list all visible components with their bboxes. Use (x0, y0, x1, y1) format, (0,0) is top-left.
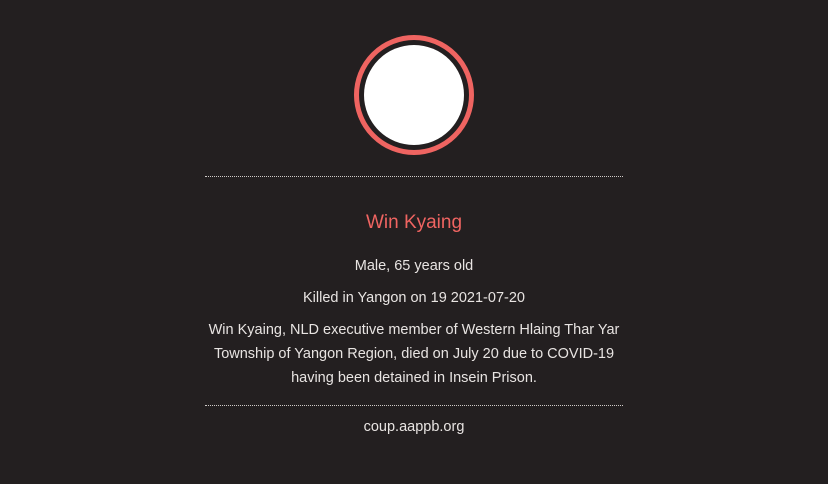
top-divider (205, 176, 623, 177)
avatar (354, 35, 474, 155)
victim-card: Win Kyaing Male, 65 years old Killed in … (0, 0, 828, 484)
victim-description: Win Kyaing, NLD executive member of West… (208, 322, 620, 386)
gender-age-text: Male, 65 years old (354, 258, 474, 274)
source-text: coup.aappb.org (363, 419, 465, 435)
killed-location-date-text: Killed in Yangon on 19 2021-07-20 (303, 290, 525, 306)
bottom-divider (205, 405, 623, 406)
victim-name: Win Kyaing (365, 212, 463, 233)
avatar-photo (364, 45, 464, 145)
